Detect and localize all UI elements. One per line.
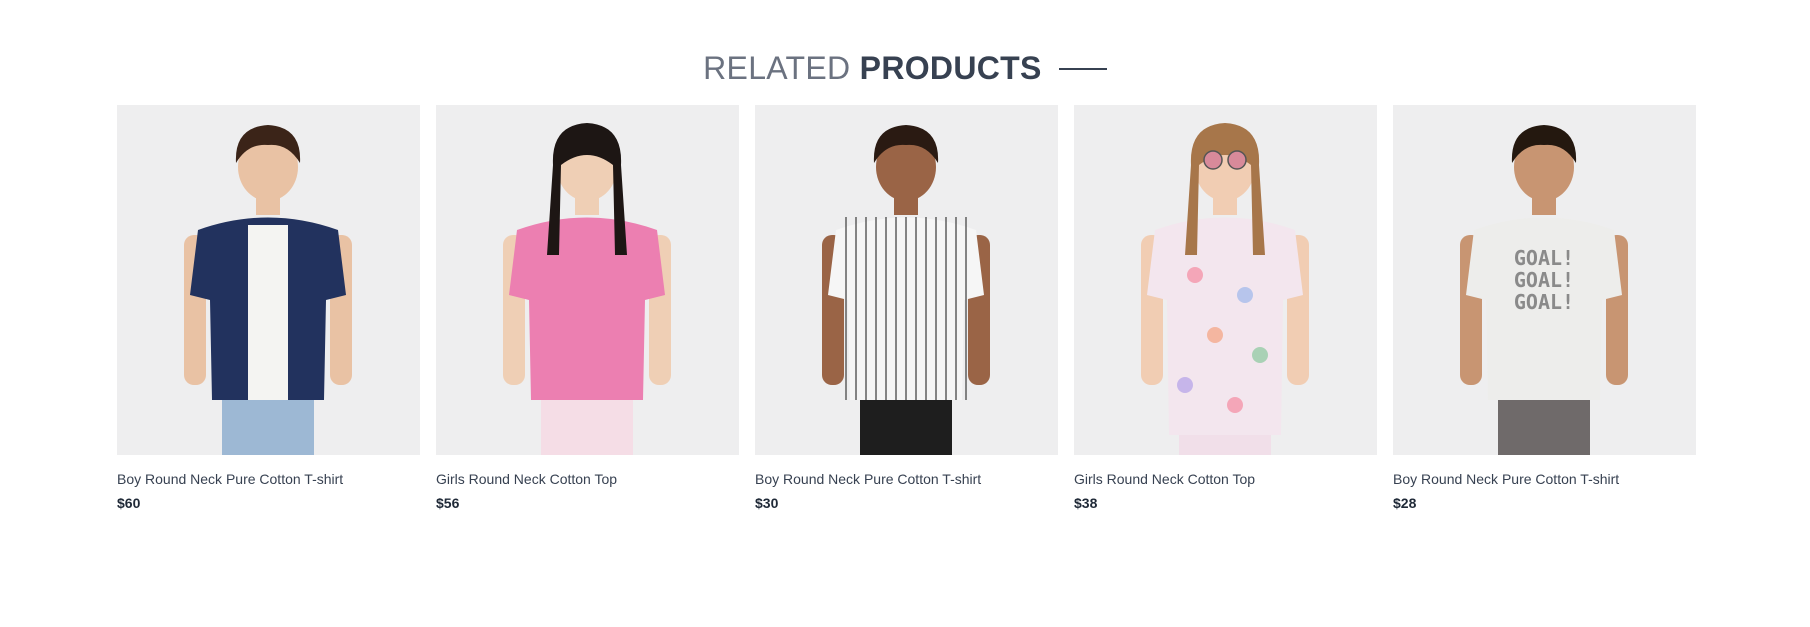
floral-print-dot bbox=[1237, 287, 1253, 303]
heading-light: RELATED bbox=[703, 50, 851, 86]
product-price: $38 bbox=[1074, 495, 1098, 511]
product-name[interactable]: Boy Round Neck Pure Cotton T-shirt bbox=[117, 469, 420, 489]
heading-bold: PRODUCTS bbox=[859, 50, 1042, 86]
floral-print-dot bbox=[1187, 267, 1203, 283]
figure-top bbox=[1147, 217, 1303, 435]
figure-inner-tee bbox=[248, 225, 288, 400]
product-card[interactable]: GOAL! GOAL! GOAL! Boy Round Neck Pure Cott… bbox=[1393, 105, 1696, 513]
product-card[interactable]: Girls Round Neck Cotton Top $38 bbox=[1074, 105, 1377, 513]
product-grid: Boy Round Neck Pure Cotton T-shirt $60 G… bbox=[117, 105, 1696, 513]
product-price: $28 bbox=[1393, 495, 1417, 511]
figure-top bbox=[509, 217, 665, 400]
floral-print-dot bbox=[1252, 347, 1268, 363]
product-image[interactable] bbox=[436, 105, 739, 455]
boy-navy-shirt-photo bbox=[117, 105, 420, 455]
tee-print-text: GOAL! bbox=[1514, 246, 1574, 270]
heading-rule bbox=[1058, 67, 1107, 70]
product-name[interactable]: Girls Round Neck Cotton Top bbox=[436, 469, 739, 489]
sunglasses-lens bbox=[1227, 150, 1247, 170]
floral-print-dot bbox=[1227, 397, 1243, 413]
product-image[interactable]: GOAL! GOAL! GOAL! bbox=[1393, 105, 1696, 455]
girl-pink-top-photo bbox=[436, 105, 739, 455]
product-name[interactable]: Girls Round Neck Cotton Top bbox=[1074, 469, 1377, 489]
floral-print-dot bbox=[1207, 327, 1223, 343]
girl-floral-dress-photo bbox=[1074, 105, 1377, 455]
product-card[interactable]: Boy Round Neck Pure Cotton T-shirt $60 bbox=[117, 105, 420, 513]
product-name[interactable]: Boy Round Neck Pure Cotton T-shirt bbox=[755, 469, 1058, 489]
product-image[interactable] bbox=[755, 105, 1058, 455]
boy-striped-jersey-photo bbox=[755, 105, 1058, 455]
product-card[interactable]: Boy Round Neck Pure Cotton T-shirt $30 bbox=[755, 105, 1058, 513]
product-image[interactable] bbox=[1074, 105, 1377, 455]
sunglasses-lens bbox=[1203, 150, 1223, 170]
product-image[interactable] bbox=[117, 105, 420, 455]
product-price: $60 bbox=[117, 495, 141, 511]
tee-print-text: GOAL! bbox=[1514, 290, 1574, 314]
floral-print-dot bbox=[1177, 377, 1193, 393]
product-card[interactable]: Girls Round Neck Cotton Top $56 bbox=[436, 105, 739, 513]
related-products-section: RELATED PRODUCTS Boy Round Neck Pure Cot… bbox=[0, 0, 1810, 627]
section-heading: RELATED PRODUCTS bbox=[0, 44, 1810, 92]
product-price: $30 bbox=[755, 495, 779, 511]
product-name[interactable]: Boy Round Neck Pure Cotton T-shirt bbox=[1393, 469, 1696, 489]
tee-print-text: GOAL! bbox=[1514, 268, 1574, 292]
product-price: $56 bbox=[436, 495, 460, 511]
boy-goal-tee-photo: GOAL!GOAL!GOAL! bbox=[1393, 105, 1696, 455]
